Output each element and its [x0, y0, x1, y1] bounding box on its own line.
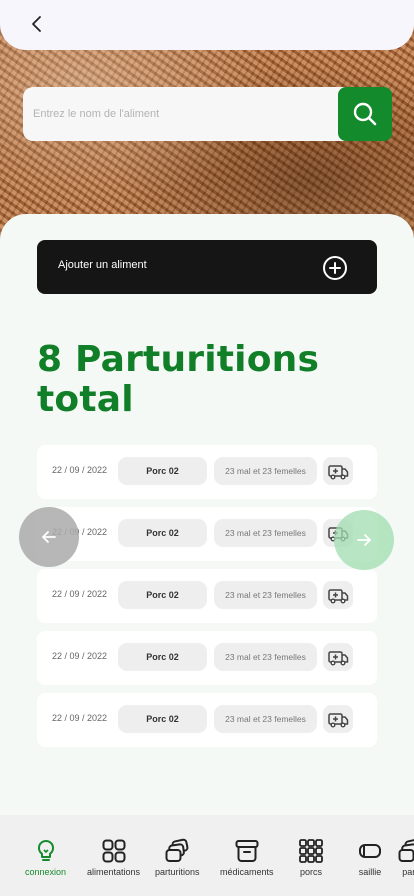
row-litter-count: 23 mal et 23 femelles	[214, 705, 317, 733]
row-date: 22 / 09 / 2022	[52, 713, 108, 723]
plus-circle-icon	[323, 256, 347, 280]
grid-nine-icon	[298, 838, 324, 864]
tab-label: connexion	[25, 867, 67, 877]
row-pig-name: Porc 02	[118, 705, 207, 733]
tab-parturitions[interactable]: parturitions	[155, 838, 200, 877]
tab-label: alimentations	[87, 867, 141, 877]
row-litter-count: 23 mal et 23 femelles	[214, 581, 317, 609]
row-pig-name: Porc 02	[118, 457, 207, 485]
archive-box-icon	[234, 838, 260, 864]
row-action-button[interactable]	[323, 581, 353, 609]
grid-four-icon	[101, 838, 127, 864]
layers-icon	[164, 838, 190, 864]
tab-saillie[interactable]: saillie	[357, 838, 383, 877]
table-row[interactable]: 22 / 09 / 2022 Porc 02 23 mal et 23 femell…	[37, 569, 377, 623]
table-row[interactable]: 22 / 09 / 2022 Porc 02 23 mal et 23 femell…	[37, 631, 377, 685]
tab-label: part	[402, 867, 414, 877]
add-food-label: Ajouter un aliment	[58, 259, 147, 271]
search-input[interactable]	[33, 101, 333, 127]
table-row[interactable]: 22 / 09 / 2022 Porc 02 23 mal et 23 femell…	[37, 693, 377, 747]
arrow-right-icon	[357, 534, 371, 546]
row-pig-name: Porc 02	[118, 519, 207, 547]
row-pig-name: Porc 02	[118, 581, 207, 609]
tab-label: médicaments	[220, 867, 274, 877]
row-action-button[interactable]	[323, 643, 353, 671]
ambulance-icon	[327, 709, 349, 729]
page-title: 8 Parturitions total	[37, 339, 320, 420]
tab-connexion[interactable]: connexion	[25, 838, 66, 877]
tab-alimentations[interactable]: alimentations	[87, 838, 140, 877]
add-food-button[interactable]: Ajouter un aliment	[37, 240, 377, 294]
ambulance-icon	[327, 585, 349, 605]
row-date: 22 / 09 / 2022	[52, 465, 108, 475]
ambulance-icon	[327, 647, 349, 667]
tab-label: parturitions	[155, 867, 200, 877]
search-box	[23, 87, 391, 141]
row-pig-name: Porc 02	[118, 643, 207, 671]
tab-part[interactable]: part	[397, 838, 414, 877]
search-icon	[353, 102, 377, 126]
arrow-left-icon	[42, 531, 56, 543]
tab-label: saillie	[358, 867, 382, 877]
table-row[interactable]: 22 / 09 / 2022 Porc 02 23 mal et 23 femell…	[37, 445, 377, 499]
ambulance-icon	[327, 461, 349, 481]
table-row[interactable]: 22 / 09 / 2022 Porc 02 23 mal et 23 femell…	[37, 507, 377, 561]
next-button[interactable]	[334, 510, 394, 570]
previous-button[interactable]	[19, 507, 79, 567]
row-action-button[interactable]	[323, 705, 353, 733]
row-litter-count: 23 mal et 23 femelles	[214, 519, 317, 547]
lightbulb-icon	[33, 838, 59, 864]
row-action-button[interactable]	[323, 457, 353, 485]
bottom-navigation: connexion alimentations parturitions médica…	[0, 815, 414, 896]
layers-icon	[397, 838, 414, 864]
row-litter-count: 23 mal et 23 femelles	[214, 643, 317, 671]
top-bar	[0, 0, 414, 50]
tab-label: porcs	[299, 867, 322, 877]
tab-médicaments[interactable]: médicaments	[220, 838, 274, 877]
capsule-icon	[357, 838, 383, 864]
row-date: 22 / 09 / 2022	[52, 651, 108, 661]
row-date: 22 / 09 / 2022	[52, 589, 108, 599]
tab-porcs[interactable]: porcs	[298, 838, 324, 877]
row-litter-count: 23 mal et 23 femelles	[214, 457, 317, 485]
search-button[interactable]	[338, 87, 392, 141]
back-arrow-icon[interactable]	[26, 12, 48, 36]
